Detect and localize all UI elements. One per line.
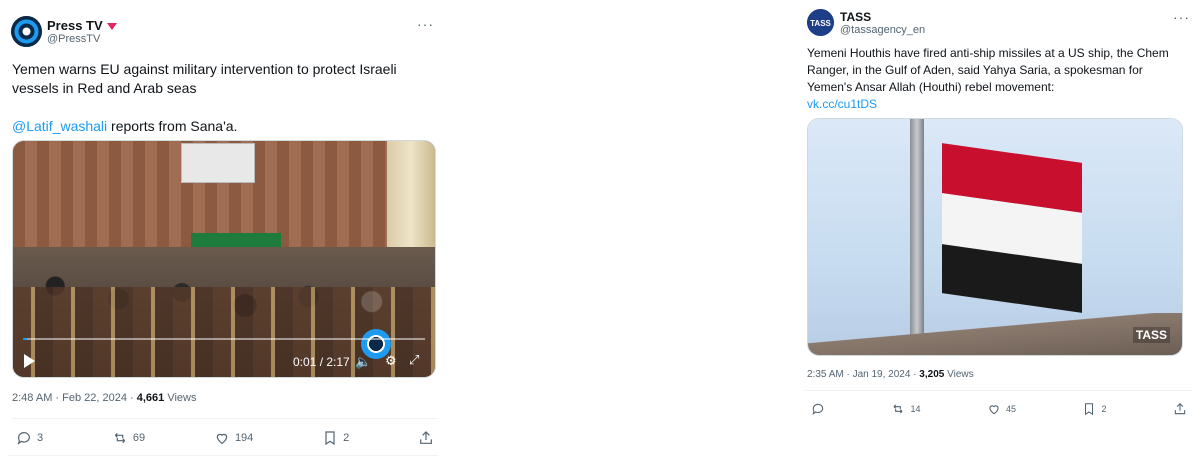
- repost-button[interactable]: 14: [891, 402, 921, 416]
- bookmark-count: 2: [1101, 404, 1107, 414]
- like-count: 45: [1005, 404, 1016, 414]
- views-count: 4,661: [136, 392, 165, 404]
- author-name-text: Press TV: [47, 18, 103, 33]
- timestamp[interactable]: 2:35 AM · Jan 19, 2024 ·: [807, 369, 919, 380]
- bookmark-icon: [1085, 403, 1094, 416]
- views-count: 3,205: [919, 369, 945, 380]
- author-name[interactable]: Press TV: [47, 18, 117, 33]
- author-name[interactable]: TASS: [840, 10, 871, 24]
- reply-icon: [17, 432, 30, 445]
- tweet-tass[interactable]: TASS TASS @tassagency_en ··· Yemeni Hout…: [800, 0, 1192, 430]
- tweet-text-suffix: reports from Sana'a.: [107, 118, 238, 134]
- video-progress-bar[interactable]: [23, 338, 425, 340]
- avatar[interactable]: TASS: [807, 9, 834, 36]
- divider: [804, 390, 1192, 391]
- repost-icon: [114, 432, 125, 444]
- share-button[interactable]: [1173, 402, 1187, 416]
- tweet-meta: 2:48 AM · Feb 22, 2024 · 4,661 Views: [12, 392, 196, 404]
- tweet-meta: 2:35 AM · Jan 19, 2024 · 3,205 Views: [807, 369, 974, 380]
- bookmark-icon: [325, 431, 335, 446]
- divider: [12, 418, 438, 419]
- repost-count: 69: [132, 432, 146, 444]
- timestamp[interactable]: 2:48 AM · Feb 22, 2024 ·: [12, 392, 137, 404]
- views-label: Views: [164, 392, 197, 404]
- heart-icon: [216, 433, 228, 445]
- share-button[interactable]: [418, 430, 434, 446]
- repost-button[interactable]: 69: [112, 430, 145, 446]
- tweet-text-reporter: @Latif_washali reports from Sana'a.: [12, 117, 436, 136]
- image-watermark: TASS: [1132, 327, 1170, 343]
- tweet-header: Press TV @PressTV ···: [8, 0, 438, 48]
- video-player[interactable]: 0:01 / 2:17 🔈 ⚙ ⤢: [12, 140, 436, 378]
- tweet-header: TASS TASS @tassagency_en ···: [800, 0, 1192, 48]
- gear-icon[interactable]: ⚙: [385, 353, 397, 369]
- like-button[interactable]: 45: [987, 402, 1016, 416]
- tweet-link[interactable]: vk.cc/cu1tDS: [807, 96, 1187, 113]
- presstv-logo-icon: [11, 16, 42, 47]
- video-time: 0:01 / 2:17: [293, 355, 350, 369]
- like-count: 194: [234, 432, 254, 444]
- mention-link[interactable]: @Latif_washali: [12, 118, 107, 134]
- tweet-presstv[interactable]: Press TV @PressTV ··· Yemen warns EU aga…: [8, 0, 438, 469]
- divider: [8, 455, 438, 456]
- repost-count: 14: [910, 404, 921, 414]
- reply-button[interactable]: [811, 402, 825, 416]
- share-icon: [1174, 403, 1186, 415]
- tweet-text-line: Yemen warns EU against military interven…: [12, 61, 397, 96]
- reply-button[interactable]: 3: [16, 430, 43, 446]
- bookmark-button[interactable]: 2: [322, 430, 349, 446]
- more-icon[interactable]: ···: [417, 16, 434, 32]
- bookmark-button[interactable]: 2: [1082, 402, 1107, 416]
- volume-icon[interactable]: 🔈: [355, 354, 371, 370]
- reply-icon: [812, 403, 824, 415]
- tweet-image[interactable]: TASS: [807, 118, 1183, 356]
- roofline: [808, 313, 1182, 355]
- heart-icon: [989, 405, 999, 415]
- bookmark-count: 2: [343, 432, 350, 444]
- tweet-text: Yemeni Houthis have fired anti-ship miss…: [807, 45, 1187, 113]
- views-label: Views: [944, 369, 974, 380]
- tweet-text-main: Yemeni Houthis have fired anti-ship miss…: [807, 46, 1169, 94]
- yemen-flag-image: [942, 143, 1082, 313]
- action-bar: 3 69 194 2: [16, 428, 434, 448]
- play-icon[interactable]: [24, 354, 35, 368]
- verified-badge-icon: [106, 23, 117, 31]
- avatar[interactable]: [11, 16, 42, 47]
- fullscreen-icon[interactable]: ⤢: [409, 352, 419, 368]
- tass-logo-icon: TASS: [807, 9, 834, 36]
- tweet-text: Yemen warns EU against military interven…: [12, 60, 436, 136]
- like-button[interactable]: 194: [214, 430, 253, 446]
- action-bar: 14 45 2: [811, 400, 1187, 418]
- author-handle[interactable]: @tassagency_en: [840, 24, 925, 36]
- svg-text:TASS: TASS: [810, 19, 831, 28]
- more-icon[interactable]: ···: [1173, 9, 1190, 25]
- share-icon: [420, 431, 432, 444]
- reply-count: 3: [37, 432, 44, 444]
- author-handle[interactable]: @PressTV: [47, 33, 100, 45]
- repost-icon: [894, 404, 903, 414]
